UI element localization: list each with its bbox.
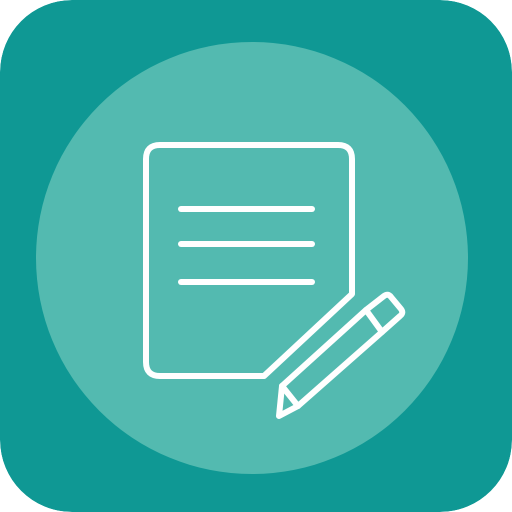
app-icon (0, 0, 512, 512)
note-edit-icon (0, 0, 512, 512)
icon-circle (36, 42, 468, 474)
